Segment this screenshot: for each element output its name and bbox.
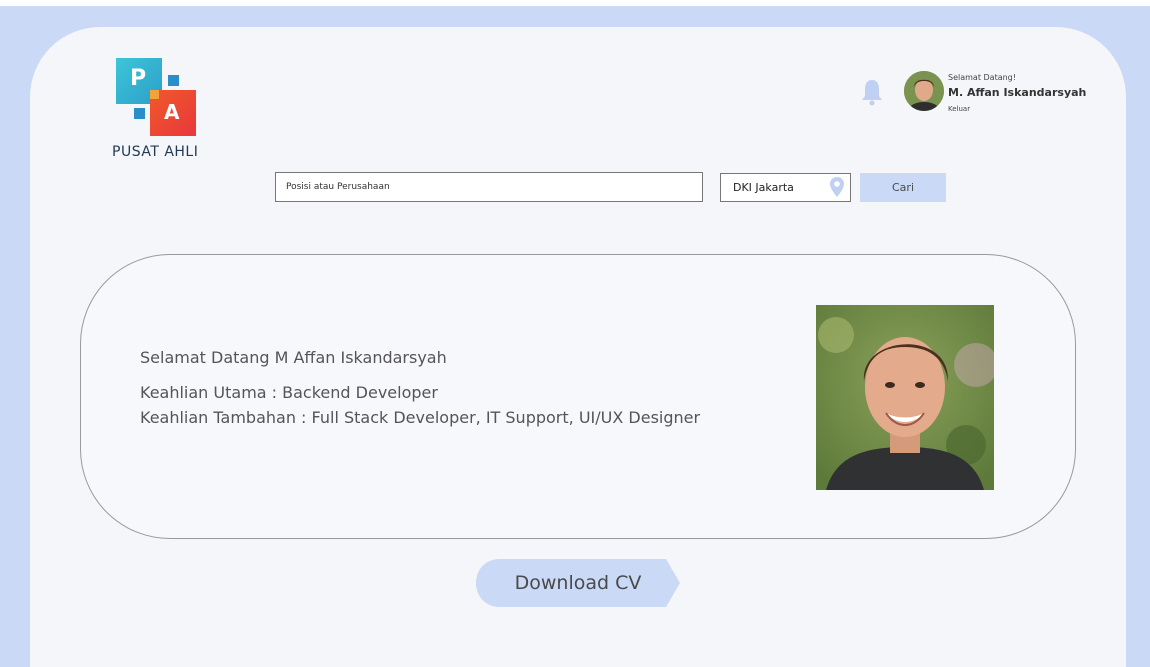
download-cv-label: Download CV (514, 572, 642, 594)
profile-extra-skills: Keahlian Tambahan : Full Stack Developer… (140, 408, 701, 427)
download-cv-button[interactable]: Download CV (476, 559, 680, 607)
profile-photo (816, 305, 994, 490)
logo-letter-a: A (164, 100, 180, 124)
logo-text: PUSAT AHLI (112, 144, 199, 160)
search-input[interactable]: Posisi atau Perusahaan (275, 172, 703, 202)
profile-welcome: Selamat Datang M Affan Iskandarsyah (140, 348, 447, 367)
logo-letter-p: P (130, 66, 147, 91)
avatar[interactable] (904, 71, 944, 111)
logo-square-blue-small-2 (134, 108, 145, 119)
logo-square-blue-small (168, 75, 179, 86)
header-user-name: M. Affan Iskandarsyah (948, 86, 1087, 99)
header-greeting: Selamat Datang! (948, 73, 1016, 82)
search-button[interactable]: Cari (860, 173, 946, 202)
location-pin-icon (830, 177, 844, 197)
logout-link[interactable]: Keluar (948, 105, 970, 113)
logo-square-orange-small (150, 90, 159, 99)
bell-icon[interactable] (860, 78, 884, 106)
top-strip (0, 0, 1150, 6)
profile-main-skill: Keahlian Utama : Backend Developer (140, 383, 438, 402)
